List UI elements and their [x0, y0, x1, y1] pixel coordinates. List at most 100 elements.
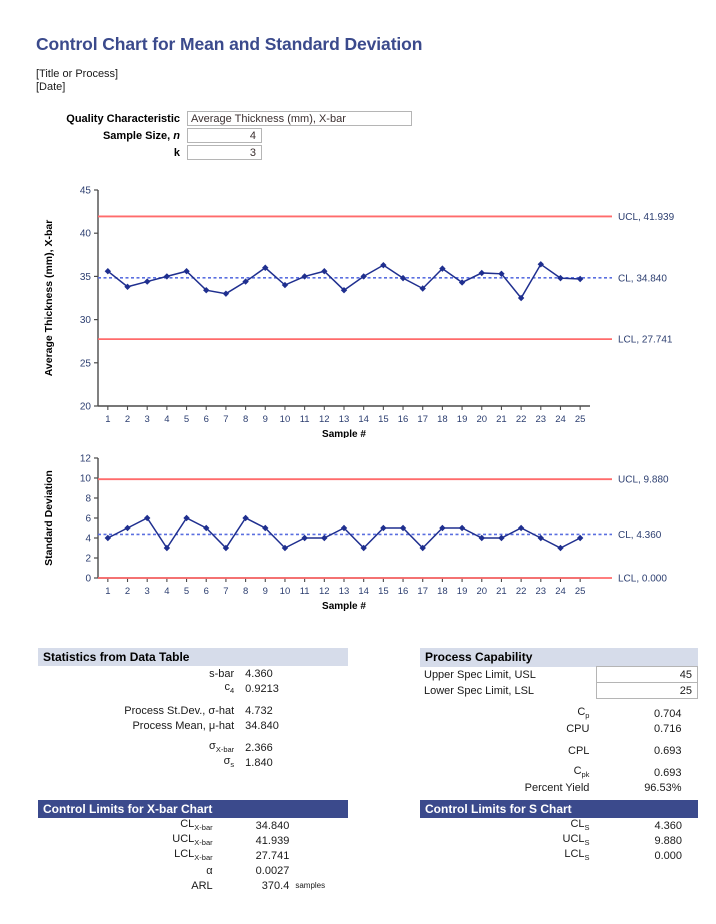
- table-row: Percent Yield 96.53%: [420, 780, 698, 795]
- k-row: k 3: [40, 145, 262, 160]
- capability-label: Percent Yield: [524, 781, 590, 794]
- quality-characteristic-input[interactable]: Average Thickness (mm), X-bar: [187, 111, 412, 126]
- svg-text:9: 9: [263, 586, 268, 597]
- table-spacer: [420, 736, 698, 743]
- stat-label: σs: [223, 755, 235, 770]
- limit-label: ARL: [191, 879, 213, 892]
- svg-text:UCL, 41.939: UCL, 41.939: [618, 212, 675, 223]
- table-row: Cpk 0.693: [420, 765, 698, 780]
- svg-text:23: 23: [536, 586, 547, 597]
- limit-value: 0.000: [654, 849, 682, 862]
- svg-text:11: 11: [300, 586, 310, 597]
- k-input[interactable]: 3: [187, 145, 262, 160]
- svg-text:19: 19: [457, 414, 468, 425]
- svg-text:Standard Deviation: Standard Deviation: [43, 470, 55, 566]
- table-row: α 0.0027: [38, 863, 348, 878]
- s-control-limits-body: CLS 4.360 UCLS 9.880 LCLS 0.000: [420, 818, 698, 863]
- xbar-control-limits-header: Control Limits for X-bar Chart: [38, 800, 348, 818]
- table-row: Lower Spec Limit, LSL 25: [420, 682, 699, 699]
- svg-text:6: 6: [85, 514, 91, 525]
- process-capability-header: Process Capability: [420, 648, 698, 667]
- table-row: CPU 0.716: [420, 721, 698, 736]
- table-spacer: [420, 758, 698, 765]
- svg-text:18: 18: [437, 414, 448, 425]
- capability-label: Cp: [577, 706, 590, 721]
- limit-label: CLS: [570, 818, 590, 833]
- table-row: σX-bar 2.366: [38, 740, 348, 755]
- capability-value: 0.693: [653, 766, 682, 779]
- svg-text:16: 16: [398, 414, 409, 425]
- svg-text:20: 20: [476, 586, 487, 597]
- svg-text:25: 25: [575, 586, 586, 597]
- svg-text:17: 17: [417, 586, 428, 597]
- svg-text:7: 7: [223, 414, 228, 425]
- stat-value: 0.9213: [245, 682, 279, 695]
- capability-value: 96.53%: [644, 781, 682, 794]
- limit-label: α: [206, 864, 213, 877]
- svg-text:14: 14: [358, 414, 369, 425]
- svg-text:1: 1: [105, 586, 110, 597]
- table-spacer: [38, 696, 348, 703]
- svg-text:6: 6: [204, 414, 209, 425]
- subtitle-date: [Date]: [36, 81, 66, 93]
- page-title: Control Chart for Mean and Standard Devi…: [36, 34, 423, 54]
- limit-value: 41.939: [255, 834, 290, 847]
- k-label: k: [173, 146, 180, 159]
- svg-text:18: 18: [437, 586, 448, 597]
- usl-label: Upper Spec Limit, USL: [424, 668, 536, 681]
- stat-value: 4.360: [245, 667, 273, 680]
- sample-size-row: Sample Size, n 4: [40, 128, 262, 143]
- svg-text:LCL, 0.000: LCL, 0.000: [618, 574, 667, 585]
- svg-text:23: 23: [536, 414, 547, 425]
- limit-unit: samples: [295, 881, 326, 890]
- svg-text:CL, 34.840: CL, 34.840: [618, 273, 667, 284]
- quality-characteristic-row: Quality Characteristic Average Thickness…: [40, 111, 412, 126]
- table-row: LCLS 0.000: [420, 848, 698, 863]
- limit-label: LCLS: [564, 848, 590, 863]
- control-chart-page: Control Chart for Mean and Standard Devi…: [0, 0, 716, 924]
- statistics-table-body: s-bar 4.360 c4 0.9213 Process St.Dev., σ-hat…: [38, 666, 348, 770]
- stat-label: Process St.Dev., σ-hat: [124, 704, 235, 717]
- s-control-limits-header: Control Limits for S Chart: [420, 800, 698, 818]
- svg-text:3: 3: [145, 586, 150, 597]
- limit-value: 27.741: [255, 849, 290, 862]
- svg-text:25: 25: [80, 358, 92, 369]
- svg-text:12: 12: [80, 454, 92, 465]
- limit-value: 9.880: [654, 834, 682, 847]
- sample-size-symbol: n: [173, 129, 180, 142]
- limit-unit: [293, 863, 348, 878]
- s-control-chart: 0 2 4 6 8 10 12 1 2 3 4 5 6 7 8 9 10 11 12 13 14 15 16 17 18 19 20…: [30, 448, 716, 623]
- svg-text:21: 21: [496, 586, 507, 597]
- svg-text:3: 3: [145, 414, 150, 425]
- limit-label: UCLX-bar: [172, 833, 213, 848]
- statistics-table: Statistics from Data Table s-bar 4.360 c4 0…: [38, 648, 348, 770]
- usl-input[interactable]: 45: [595, 666, 699, 683]
- stat-value: 2.366: [245, 741, 273, 754]
- svg-text:7: 7: [223, 586, 228, 597]
- svg-text:16: 16: [398, 586, 409, 597]
- capability-label: Cpk: [573, 765, 590, 780]
- svg-text:6: 6: [204, 586, 209, 597]
- process-capability-table: Process Capability Upper Spec Limit, USL…: [420, 648, 699, 796]
- svg-text:10: 10: [80, 474, 92, 485]
- table-row: CLX-bar 34.840: [38, 818, 348, 833]
- svg-text:0: 0: [85, 574, 91, 585]
- limit-unit: [293, 833, 348, 848]
- xbar-control-limits-table: Control Limits for X-bar Chart CLX-bar 34…: [38, 800, 348, 893]
- process-capability-body: Upper Spec Limit, USL 45 Lower Spec Limit,…: [420, 666, 699, 796]
- svg-text:21: 21: [496, 414, 507, 425]
- stat-label: Process Mean, μ-hat: [132, 719, 235, 732]
- lsl-input[interactable]: 25: [595, 682, 699, 699]
- table-row: CLS 4.360: [420, 818, 698, 833]
- svg-text:19: 19: [457, 586, 468, 597]
- table-row: Cp 0.704: [420, 706, 698, 721]
- svg-text:9: 9: [263, 414, 268, 425]
- sample-size-input[interactable]: 4: [187, 128, 262, 143]
- svg-text:8: 8: [243, 586, 248, 597]
- limit-unit: [293, 818, 348, 833]
- table-row: s-bar 4.360: [38, 666, 348, 681]
- table-row: CPL 0.693: [420, 743, 698, 758]
- svg-text:2: 2: [125, 414, 130, 425]
- svg-text:5: 5: [184, 414, 189, 425]
- svg-text:12: 12: [319, 414, 330, 425]
